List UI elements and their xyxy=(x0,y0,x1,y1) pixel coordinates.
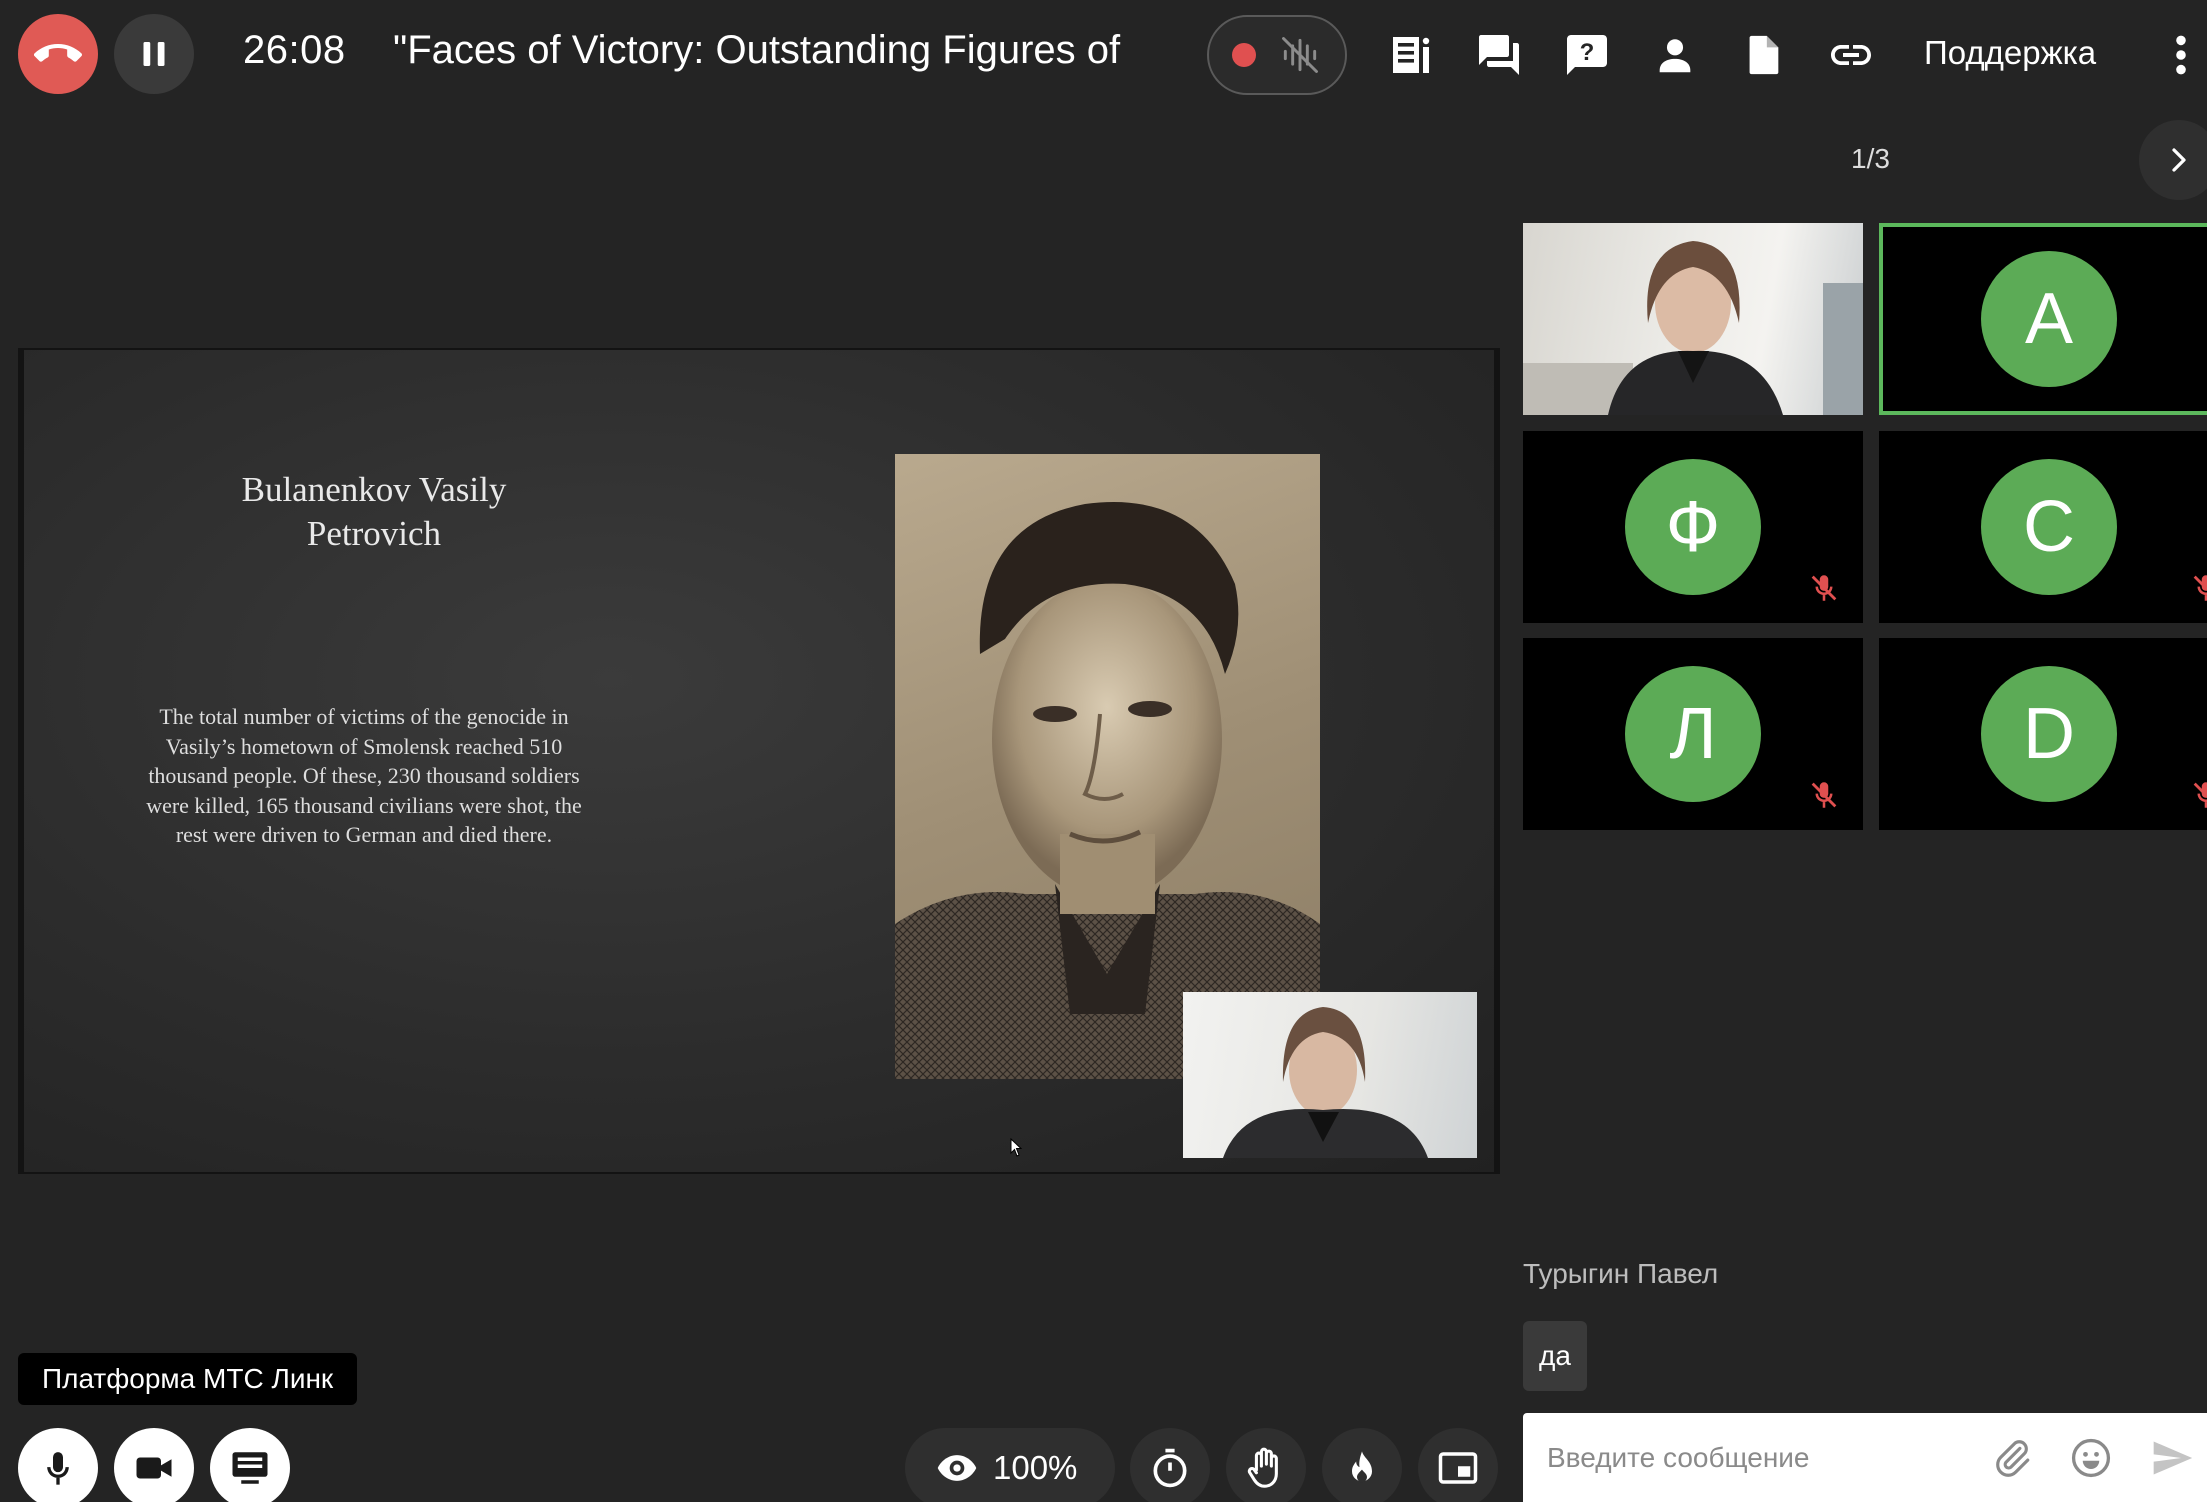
question-icon: ? xyxy=(1567,35,1607,75)
raise-hand-button[interactable] xyxy=(1226,1428,1306,1502)
screen-share-icon xyxy=(232,1452,268,1484)
support-link[interactable]: Поддержка xyxy=(1924,34,2096,72)
participant-tile-3[interactable]: С xyxy=(1879,431,2207,623)
participants-icon xyxy=(1659,39,1691,73)
noise-cancel-icon xyxy=(1282,37,1319,73)
participants-button[interactable] xyxy=(1646,26,1704,84)
recording-toggle[interactable] xyxy=(1207,15,1347,95)
picture-in-picture-icon xyxy=(1438,1452,1478,1484)
paperclip-icon xyxy=(1996,1440,2030,1477)
speaker-pip-video xyxy=(1183,992,1477,1158)
emoji-button[interactable] xyxy=(2068,1435,2114,1481)
participant-avatar: Ф xyxy=(1625,459,1761,595)
svg-text:?: ? xyxy=(1580,39,1595,66)
stopwatch-icon xyxy=(1153,1448,1187,1488)
chat-button[interactable] xyxy=(1470,26,1528,84)
send-button[interactable] xyxy=(2149,1435,2195,1481)
top-bar: 26:08 "Faces of Victory: Outstanding Fig… xyxy=(0,0,2207,110)
chat-composer xyxy=(1523,1413,2207,1502)
zoom-value: 100% xyxy=(993,1449,1078,1486)
slide-heading: Bulanenkov Vasily Petrovich xyxy=(241,470,507,553)
link-icon xyxy=(1831,45,1871,65)
zoom-control[interactable]: 100% xyxy=(905,1428,1115,1502)
presentation-slide: Bulanenkov Vasily Petrovich The total nu… xyxy=(24,350,1494,1172)
participant-video xyxy=(1523,223,1863,415)
chat-message-bubble: да xyxy=(1523,1321,1587,1391)
timer-button[interactable] xyxy=(1130,1428,1210,1502)
event-title: "Faces of Victory: Outstanding Figures o… xyxy=(393,28,1121,72)
questions-button[interactable]: ? xyxy=(1558,26,1616,84)
session-timer: 26:08 xyxy=(243,28,346,72)
next-page-button[interactable] xyxy=(2139,120,2207,200)
participant-tile-5[interactable]: D xyxy=(1879,638,2207,830)
record-icon xyxy=(1231,43,1256,67)
participant-avatar: Л xyxy=(1625,666,1761,802)
mic-muted-icon xyxy=(2193,782,2207,808)
participant-tile-1[interactable]: А xyxy=(1879,223,2207,415)
pause-button[interactable] xyxy=(114,14,194,94)
participant-tile-4[interactable]: Л xyxy=(1523,638,1863,830)
participants-pager: 1/3 xyxy=(1851,143,1890,174)
more-menu-button[interactable] xyxy=(2166,30,2196,80)
chat-message-author: Турыгин Павел xyxy=(1523,1258,1719,1289)
eye-icon xyxy=(937,1455,977,1481)
link-button[interactable] xyxy=(1822,26,1880,84)
emoji-icon xyxy=(2071,1438,2111,1478)
chat-message-input[interactable] xyxy=(1547,1413,1987,1502)
files-button[interactable] xyxy=(1734,26,1792,84)
participant-avatar: С xyxy=(1981,459,2117,595)
participant-tile-video[interactable] xyxy=(1523,223,1863,415)
hangup-button[interactable] xyxy=(18,14,98,94)
camera-button[interactable] xyxy=(114,1428,194,1502)
layout-button[interactable] xyxy=(1418,1428,1498,1502)
camera-icon xyxy=(136,1457,172,1479)
mic-muted-icon xyxy=(2193,575,2207,601)
pause-icon xyxy=(143,42,165,66)
portrait-photo xyxy=(895,454,1320,1079)
slide-body-text: The total number of victims of the genoc… xyxy=(146,704,582,847)
send-icon xyxy=(2153,1441,2193,1475)
file-icon xyxy=(1749,35,1779,75)
mic-muted-icon xyxy=(1811,575,1837,601)
attach-button[interactable] xyxy=(1989,1435,2035,1481)
raise-hand-icon xyxy=(1247,1447,1278,1488)
participant-avatar: А xyxy=(1981,251,2117,387)
participant-avatar: D xyxy=(1981,666,2117,802)
fire-icon xyxy=(1352,1451,1372,1483)
agenda-button[interactable] xyxy=(1382,26,1440,84)
mouse-pointer-icon xyxy=(1010,1137,1024,1163)
mic-muted-icon xyxy=(1811,782,1837,808)
platform-label: Платформа МТС Линк xyxy=(18,1353,358,1405)
participant-tile-2[interactable]: Ф xyxy=(1523,431,1863,623)
chat-icon xyxy=(1479,35,1519,75)
hangup-icon xyxy=(34,44,82,62)
microphone-icon xyxy=(47,1452,69,1485)
microphone-button[interactable] xyxy=(18,1428,98,1502)
chevron-right-icon xyxy=(2172,148,2186,172)
screen-share-button[interactable] xyxy=(210,1428,290,1502)
agenda-icon xyxy=(1393,37,1430,73)
reactions-button[interactable] xyxy=(1322,1428,1402,1502)
more-icon xyxy=(2176,35,2186,75)
presentation-area: Bulanenkov Vasily Petrovich The total nu… xyxy=(18,348,1500,1174)
